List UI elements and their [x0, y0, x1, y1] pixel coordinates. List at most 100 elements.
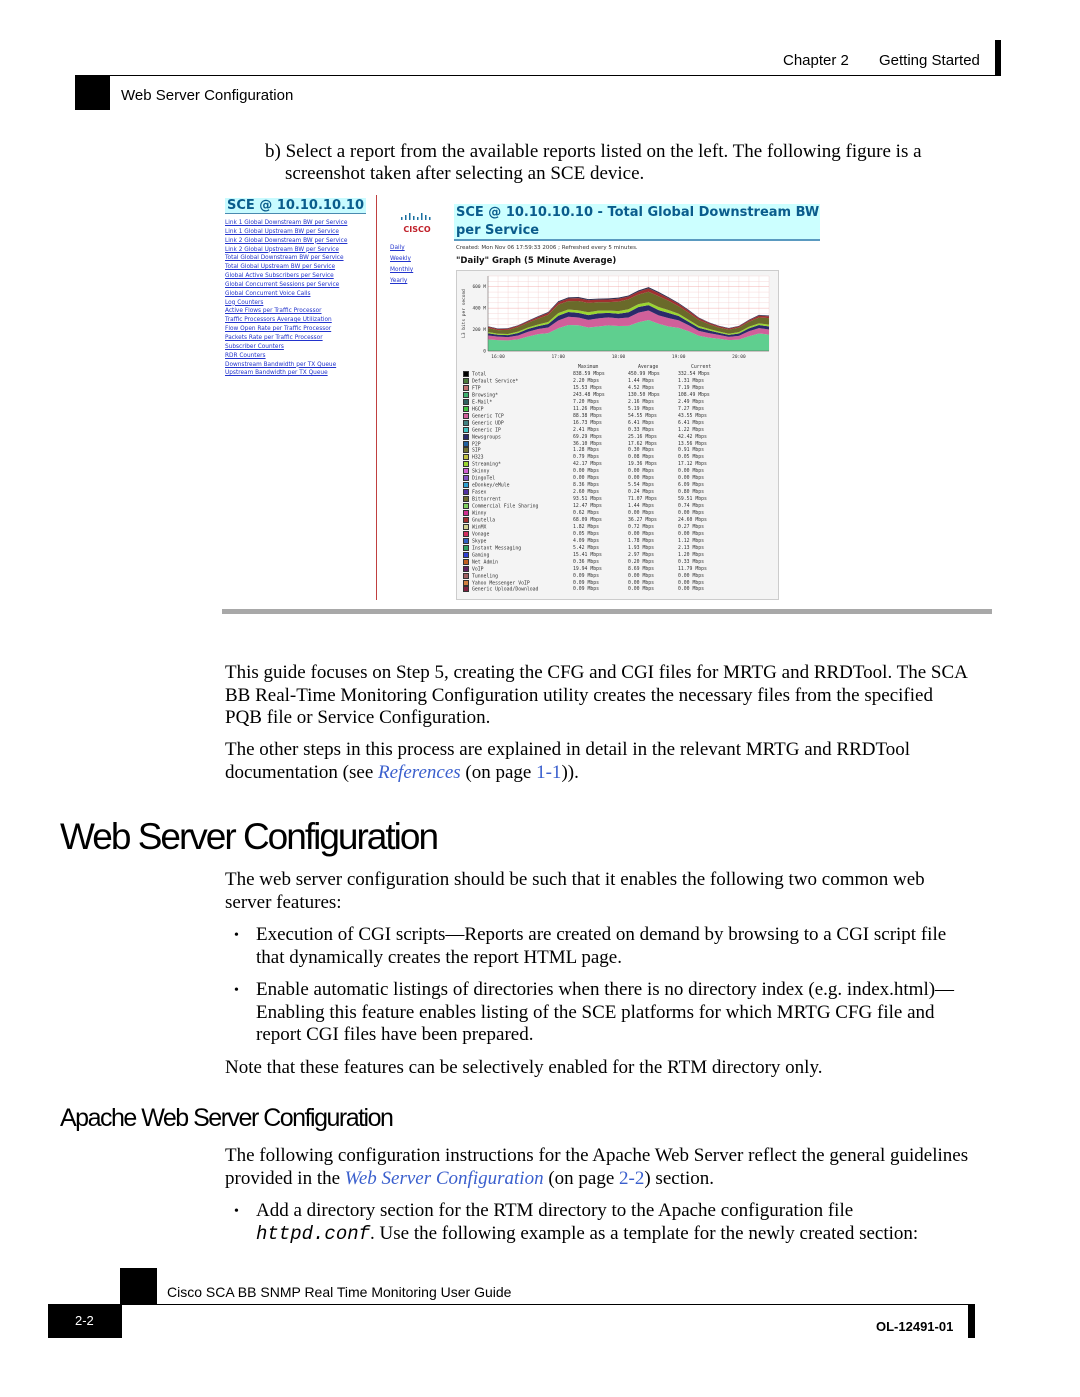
period-link-weekly[interactable]: Weekly [390, 254, 413, 265]
legend-row: Skinny 0.00 Mbps 0.00 Mbps 0.00 Mbps [463, 468, 704, 475]
legend-swatch [463, 551, 469, 558]
sce-report-screenshot: SCE @ 10.10.10.10 Link 1 Global Downstre… [222, 195, 992, 615]
legend-swatch [463, 503, 469, 510]
y-tick-label: 400 M [472, 306, 486, 312]
legend-swatch [463, 537, 469, 544]
divider [376, 195, 377, 600]
legend-row: Generic UDP 16.73 Mbps 6.41 Mbps 6.41 Mbps [463, 419, 704, 427]
legend-row: Winny 0.62 Mbps 0.00 Mbps 0.00 Mbps [463, 510, 704, 517]
x-tick-label: 18:00 [612, 354, 626, 360]
legend-row: Instant Messaging 5.42 Mbps 1.93 Mbps 2.13 … [463, 544, 704, 552]
report-link[interactable]: Packets Rate per Traffic Processor [225, 334, 347, 343]
bullet-directory: Add a directory section for the RTM dire… [256, 1200, 919, 1245]
header-block [75, 75, 110, 110]
legend-swatch [463, 405, 469, 412]
legend-swatch [463, 510, 469, 516]
legend-row: Default Service* 2.20 Mbps 1.44 Mbps 1.31 M… [463, 377, 704, 385]
bandwidth-chart: 600 M 400 M 200 M 0 16:00 17:00 18:00 19:00 20:0… [461, 275, 770, 360]
report-link[interactable]: Downstream Bandwidth per TX Queue [225, 361, 347, 370]
legend-swatch [463, 496, 469, 503]
legend-swatch [463, 579, 469, 586]
bullet: • [234, 1204, 239, 1219]
screenshot-bottom-bar [222, 609, 992, 614]
web-server-config-link[interactable]: Web Server Configuration [345, 1168, 544, 1189]
legend-row: Gaming 15.41 Mbps 2.97 Mbps 1.20 Mbps [463, 551, 704, 559]
legend-swatch [463, 482, 469, 489]
legend-swatch [463, 426, 469, 433]
legend-row: Generic IP 2.41 Mbps 0.33 Mbps 1.22 Mbps [463, 426, 704, 434]
sce-device-title: SCE @ 10.10.10.10 [225, 198, 367, 214]
report-link[interactable]: Traffic Processors Average Utilization [225, 316, 347, 325]
legend-swatch [463, 384, 469, 391]
legend-swatch [463, 475, 469, 482]
created-info: Created: Mon Nov 06 17:59:33 2006 ; Refr… [456, 245, 638, 251]
legend-swatch [463, 419, 469, 426]
legend-row: Generic Upload/Download 0.09 Mbps 0.00 Mbp… [463, 586, 704, 593]
footer-block [120, 1268, 157, 1304]
report-link[interactable]: Active Flows per Traffic Processor [225, 307, 347, 316]
bullet-listings: Enable automatic listings of directories… [256, 979, 955, 1045]
legend-row: Gnutella 68.09 Mbps 36.27 Mbps 24.60 Mbps [463, 516, 707, 524]
period-link-monthly[interactable]: Monthly [390, 265, 413, 276]
period-links: Daily Weekly Monthly Yearly [390, 243, 413, 287]
footer-rule [48, 1304, 975, 1305]
legend-row: FTP 15.53 Mbps 4.52 Mbps 7.19 Mbps [463, 384, 704, 392]
references-link[interactable]: References [378, 762, 461, 783]
report-link[interactable]: RDR Counters [225, 352, 347, 361]
legend-swatch [463, 447, 469, 454]
report-link[interactable]: Total Global Downstream BW per Service [225, 254, 347, 263]
legend-row: Newsgroups 69.29 Mbps 25.16 Mbps 42.42 Mbps [463, 433, 707, 441]
step-b-text-2: screenshot taken after selecting an SCE … [285, 163, 645, 184]
report-link[interactable]: Log Counters [225, 299, 347, 308]
period-link-yearly[interactable]: Yearly [390, 276, 413, 287]
legend-row: Fasex 2.60 Mbps 0.24 Mbps 0.80 Mbps [463, 489, 704, 496]
legend-swatch [463, 398, 469, 405]
legend-row: Streaming* 42.17 Mbps 19.36 Mbps 17.12 Mbps [463, 461, 707, 468]
legend-row: Tunneling 0.09 Mbps 0.00 Mbps 0.00 Mbps [463, 572, 704, 580]
report-link[interactable]: Total Global Upstream BW per Service [225, 263, 347, 272]
header-rule [75, 75, 1001, 76]
bullet-cgi: Execution of CGI scripts—Reports are cre… [256, 924, 947, 968]
legend-swatch [463, 530, 469, 537]
x-tick-label: 20:00 [732, 354, 746, 360]
legend-row: HGCP 11.26 Mbps 5.19 Mbps 7.27 Mbps [463, 405, 704, 413]
page-link-2-2[interactable]: 2-2 [619, 1168, 644, 1189]
legend-swatch [463, 371, 469, 377]
y-tick-label: 600 M [472, 284, 486, 290]
cisco-bars-icon [401, 213, 431, 220]
report-link[interactable]: Global Concurrent Voice Calls [225, 290, 347, 299]
report-link[interactable]: Link 1 Global Downstream BW per Service [225, 219, 347, 228]
legend-row: P2P 36.10 Mbps 17.62 Mbps 13.56 Mbps [463, 440, 707, 448]
x-tick-label: 16:00 [491, 354, 505, 360]
report-link[interactable]: Link 2 Global Downstream BW per Service [225, 237, 347, 246]
report-link[interactable]: Link 2 Global Upstream BW per Service [225, 246, 347, 255]
report-link[interactable]: Upstream Bandwidth per TX Queue [225, 369, 347, 378]
section-heading: Web Server Configuration [60, 816, 439, 857]
chapter-title: Getting Started [879, 52, 980, 69]
legend-swatch [463, 461, 469, 468]
legend-row: WinMX 1.82 Mbps 0.72 Mbps 0.27 Mbps [463, 523, 704, 531]
legend-swatch [463, 523, 469, 530]
legend-swatch [463, 377, 469, 384]
report-link[interactable]: Global Concurrent Sessions per Service [225, 281, 347, 290]
chapter-label: Chapter 2 [783, 52, 849, 69]
report-link[interactable]: Link 1 Global Upstream BW per Service [225, 228, 347, 237]
legend-swatch [463, 440, 469, 447]
legend-row: Skype 4.09 Mbps 1.78 Mbps 1.12 Mbps [463, 537, 704, 545]
report-link[interactable]: Flow Open Rate per Traffic Processor [225, 325, 347, 334]
legend-swatch [463, 433, 469, 440]
page-link-1-1[interactable]: 1-1 [536, 762, 561, 783]
legend-row: Bittorrent 93.51 Mbps 71.07 Mbps 59.51 Mbps [463, 496, 707, 503]
legend-swatch [463, 454, 469, 461]
footer-bar [968, 1304, 975, 1338]
report-list: Link 1 Global Downstream BW per Service L… [225, 219, 347, 378]
report-link[interactable]: Global Active Subscribers per Service [225, 272, 347, 281]
y-tick-label: 0 [483, 349, 486, 355]
page-number: 2-2 [48, 1304, 122, 1338]
legend-row: Commercial File Sharing 12.47 Mbps 1.44 Mb… [463, 503, 704, 510]
legend-swatch [463, 565, 469, 572]
period-link-daily[interactable]: Daily [390, 243, 413, 254]
report-link[interactable]: Subscriber Counters [225, 343, 347, 352]
legend-swatch [463, 468, 469, 475]
legend-swatch [463, 391, 469, 398]
